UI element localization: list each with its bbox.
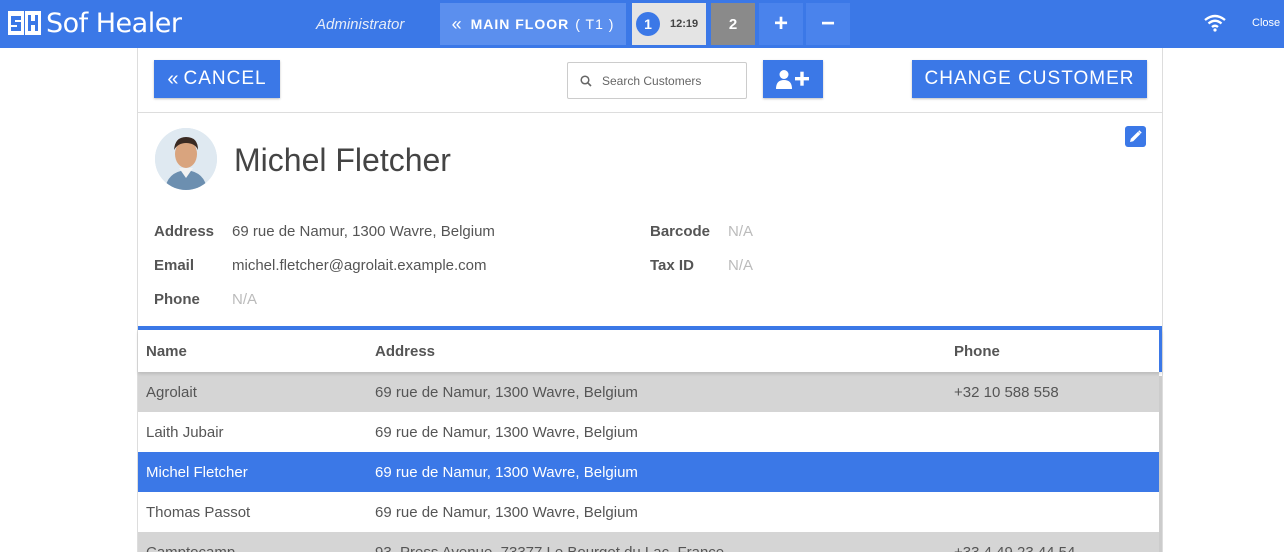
email-label: Email [154, 257, 195, 274]
row-phone: +33 4 49 23 44 54 [954, 543, 1076, 552]
order-tab-1[interactable]: 1 12:19 [632, 3, 706, 45]
change-customer-button[interactable]: CHANGE CUSTOMER [912, 60, 1147, 98]
customer-avatar [155, 128, 217, 190]
phone-label: Phone [154, 291, 200, 308]
divider [138, 112, 1162, 113]
add-customer-button[interactable] [763, 60, 823, 98]
wifi-icon [1204, 14, 1226, 32]
cancel-label: CANCEL [183, 68, 267, 89]
pencil-icon [1130, 130, 1142, 142]
edit-customer-button[interactable] [1125, 126, 1146, 147]
logo: Sof Healer [8, 6, 182, 40]
customer-panel: « CANCEL CHANGE CUSTOMER Michel Fletcher [137, 48, 1163, 552]
email-value: michel.fletcher@agrolait.example.com [232, 257, 487, 274]
row-address: 93, Press Avenue, 73377 Le Bourget du La… [375, 543, 725, 552]
header-name: Name [146, 342, 187, 360]
row-address: 69 rue de Namur, 1300 Wavre, Belgium [375, 423, 638, 441]
row-address: 69 rue de Namur, 1300 Wavre, Belgium [375, 503, 638, 521]
row-name: Thomas Passot [146, 503, 251, 521]
header-address: Address [375, 342, 436, 360]
row-name: Camptocamp [146, 543, 236, 552]
barcode-value: N/A [728, 223, 754, 240]
taxid-label: Tax ID [650, 257, 694, 274]
barcode-label: Barcode [650, 223, 711, 240]
logo-text: Sof Healer [46, 7, 182, 39]
user-name[interactable]: Administrator [316, 16, 404, 33]
table-scrollbar[interactable] [1159, 376, 1162, 552]
customer-table: Name Address Phone Agrolait 69 rue de Na… [138, 326, 1162, 552]
row-address: 69 rue de Namur, 1300 Wavre, Belgium [375, 463, 638, 481]
table-header: Name Address Phone [138, 330, 1162, 372]
header-phone: Phone [954, 342, 1000, 360]
customer-name: Michel Fletcher [234, 142, 451, 178]
table-row[interactable]: Laith Jubair 69 rue de Namur, 1300 Wavre… [138, 412, 1159, 452]
floor-label: MAIN FLOOR [470, 16, 570, 32]
user-plus-icon [776, 70, 809, 89]
add-order-button[interactable]: + [759, 3, 803, 45]
taxid-value: N/A [728, 257, 754, 274]
phone-value: N/A [232, 291, 258, 308]
top-bar: Sof Healer Administrator « MAIN FLOOR ( … [0, 0, 1284, 48]
row-name: Agrolait [146, 383, 197, 401]
logo-mark-icon [8, 11, 41, 35]
order-time: 12:19 [670, 18, 699, 30]
search-input[interactable] [602, 73, 732, 88]
table-row[interactable]: Agrolait 69 rue de Namur, 1300 Wavre, Be… [138, 372, 1159, 412]
row-address: 69 rue de Namur, 1300 Wavre, Belgium [375, 383, 638, 401]
row-phone: +32 10 588 558 [954, 383, 1059, 401]
row-name: Laith Jubair [146, 423, 224, 441]
table-row[interactable]: Camptocamp 93, Press Avenue, 73377 Le Bo… [138, 532, 1159, 552]
table-row-selected[interactable]: Michel Fletcher 69 rue de Namur, 1300 Wa… [138, 452, 1159, 492]
order-number: 1 [636, 12, 660, 36]
cancel-button[interactable]: « CANCEL [154, 60, 280, 98]
row-name: Michel Fletcher [146, 463, 248, 481]
double-chevron-left-icon: « [167, 67, 180, 90]
address-value: 69 rue de Namur, 1300 Wavre, Belgium [232, 223, 495, 240]
table-label: ( T1 ) [575, 16, 615, 32]
search-icon [580, 74, 592, 87]
double-chevron-left-icon: « [451, 13, 463, 34]
close-button[interactable]: Close [1252, 17, 1280, 29]
order-tab-2[interactable]: 2 [711, 3, 755, 45]
table-row[interactable]: Thomas Passot 69 rue de Namur, 1300 Wavr… [138, 492, 1159, 532]
search-box[interactable] [567, 62, 747, 99]
address-label: Address [154, 223, 215, 240]
remove-order-button[interactable]: − [806, 3, 850, 45]
floor-button[interactable]: « MAIN FLOOR ( T1 ) [440, 3, 626, 45]
